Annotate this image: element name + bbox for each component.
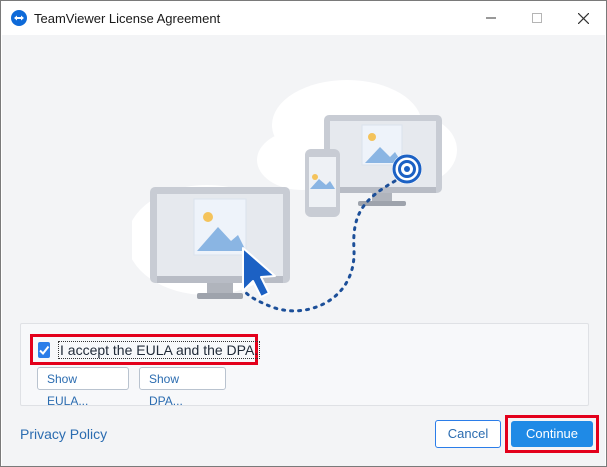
close-icon xyxy=(577,12,589,24)
teamviewer-logo-icon xyxy=(11,10,27,26)
accept-eula-checkbox[interactable] xyxy=(38,341,50,358)
minimize-button[interactable] xyxy=(468,1,514,35)
show-dpa-button[interactable]: Show DPA... xyxy=(139,367,226,408)
checkmark-icon xyxy=(39,345,50,355)
agreement-options-panel: I accept the EULA and the DPA. Show EULA… xyxy=(20,323,589,408)
title-bar: TeamViewer License Agreement xyxy=(1,1,606,35)
dialog-content: I accept the EULA and the DPA. Show EULA… xyxy=(2,35,605,466)
cancel-button[interactable]: Cancel xyxy=(435,420,501,448)
close-button[interactable] xyxy=(560,1,606,35)
license-dialog: TeamViewer License Agreement I accept th… xyxy=(0,0,607,467)
continue-highlight: Continue xyxy=(505,415,599,453)
window-title: TeamViewer License Agreement xyxy=(34,11,221,26)
continue-button[interactable]: Continue xyxy=(511,421,593,447)
privacy-policy-link[interactable]: Privacy Policy xyxy=(20,426,107,442)
remote-connection-illustration xyxy=(132,80,457,313)
maximize-icon xyxy=(532,13,542,23)
accept-eula-label[interactable]: I accept the EULA and the DPA. xyxy=(58,340,261,359)
maximize-button[interactable] xyxy=(514,1,560,35)
accept-eula-checkbox-row[interactable]: I accept the EULA and the DPA. xyxy=(30,334,261,365)
show-eula-button[interactable]: Show EULA... xyxy=(37,367,129,408)
minimize-icon xyxy=(486,17,496,19)
